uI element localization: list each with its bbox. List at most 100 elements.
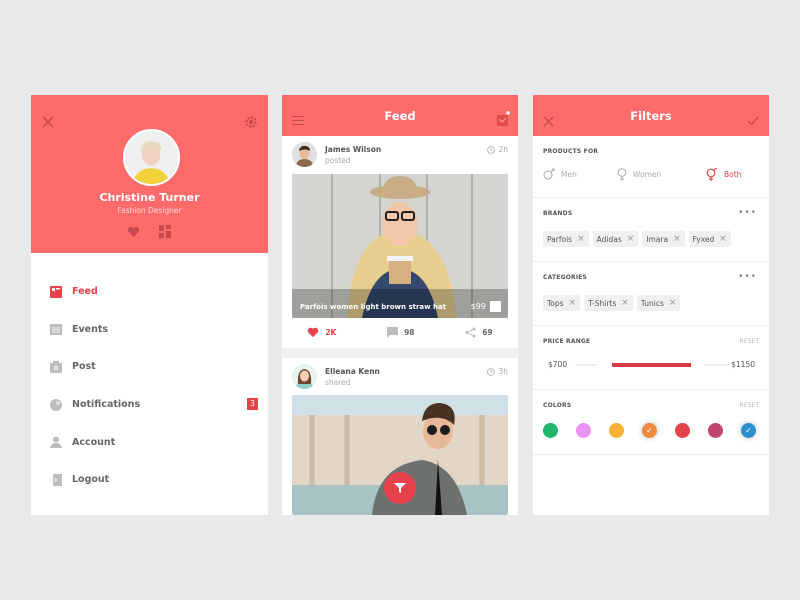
shopping-bag-icon[interactable] [490, 301, 501, 312]
remove-icon[interactable]: × [719, 234, 727, 244]
color-swatch[interactable] [543, 423, 558, 438]
option-label: Both [724, 170, 742, 179]
post-image[interactable]: Parfois women light brown straw hat $99 [292, 174, 508, 318]
time-text: 3h [498, 367, 508, 376]
post-action: posted [325, 156, 351, 165]
menu-item-events[interactable]: Events [31, 311, 268, 349]
remove-icon[interactable]: × [627, 234, 635, 244]
author-avatar[interactable] [292, 142, 317, 167]
section-title: PRICE RANGE [543, 338, 591, 345]
feed-screen: Feed James Wilson posted 2h Parfois wome… [282, 95, 518, 515]
option-label: Men [561, 169, 577, 179]
colors-section: COLORS RESET ✓ ✓ [533, 390, 769, 455]
remove-icon[interactable]: × [569, 298, 577, 308]
category-chips: Tops × T-Shirts × Tunics × [543, 295, 681, 311]
like-button[interactable]: 2K [307, 327, 336, 338]
user-icon [50, 436, 62, 449]
section-title: PRODUCTS FOR [543, 148, 599, 155]
more-icon[interactable]: ••• [738, 272, 757, 282]
menu-item-account[interactable]: Account [31, 423, 268, 461]
post-author[interactable]: James Wilson [325, 145, 381, 154]
post-author[interactable]: Elleana Kenn [325, 367, 380, 376]
color-swatch[interactable] [576, 423, 591, 438]
cart-icon[interactable] [496, 111, 510, 127]
slider-track-left [575, 364, 597, 366]
heart-icon[interactable] [127, 226, 140, 238]
share-button[interactable]: 69 [465, 327, 493, 338]
remove-icon[interactable]: × [621, 298, 629, 308]
page-title: Filters [630, 109, 672, 123]
logout-icon [50, 473, 62, 486]
color-swatch[interactable] [675, 423, 690, 438]
remove-icon[interactable]: × [577, 234, 585, 244]
slider-track-right [705, 364, 727, 366]
price-range-section: PRICE RANGE RESET $700 $1150 [533, 326, 769, 390]
remove-icon[interactable]: × [673, 234, 681, 244]
brand-chip[interactable]: Adidas × [592, 231, 639, 247]
brand-chip[interactable]: Parfois × [543, 231, 589, 247]
price-max: $1150 [731, 360, 755, 369]
comment-button[interactable]: 98 [387, 326, 415, 338]
menu-item-logout[interactable]: Logout [31, 461, 268, 499]
filter-icon [394, 483, 406, 493]
menu-label: Events [72, 323, 109, 335]
menu-item-feed[interactable]: Feed [31, 273, 268, 311]
filter-fab[interactable] [384, 472, 416, 504]
brand-chip[interactable]: Fyxed × [688, 231, 731, 247]
profile-menu-screen: Christine Turner Fashion Designer Feed E… [31, 95, 268, 515]
female-icon [617, 168, 627, 181]
comment-icon [387, 326, 399, 338]
profile-header: Christine Turner Fashion Designer [31, 95, 268, 253]
reset-button[interactable]: RESET [740, 338, 759, 345]
brand-chips: Parfois × Adidas × Imara × Fyxed × [543, 231, 731, 247]
shares-count: 69 [482, 327, 493, 337]
post-time: 2h [487, 145, 508, 154]
gear-icon[interactable] [244, 115, 258, 129]
gallery-icon[interactable] [159, 225, 171, 238]
page-title: Feed [384, 109, 416, 123]
menu-label: Logout [72, 474, 110, 486]
gender-option-both[interactable]: Both [706, 168, 741, 181]
brand-chip[interactable]: Imara × [642, 231, 685, 247]
section-title: COLORS [543, 402, 572, 409]
category-chip[interactable]: T-Shirts × [584, 295, 633, 311]
profile-name: Christine Turner [99, 191, 200, 204]
menu-item-post[interactable]: Post [31, 348, 268, 386]
menu-item-notifications[interactable]: Notifications 3 [31, 386, 268, 424]
author-avatar[interactable] [292, 364, 317, 389]
category-chip[interactable]: Tunics × [636, 295, 681, 311]
chip-label: Fyxed [692, 234, 715, 244]
heart-icon [308, 327, 319, 337]
calendar-icon [50, 324, 62, 336]
post-caption: Parfois women light brown straw hat [300, 303, 447, 311]
gender-option-men[interactable]: Men [543, 168, 577, 180]
close-icon[interactable] [41, 115, 55, 129]
post-header: Elleana Kenn shared 3h [282, 358, 518, 396]
check-icon[interactable] [747, 116, 759, 126]
color-swatch[interactable] [609, 423, 624, 438]
notification-icon [50, 398, 62, 411]
clock-icon [487, 367, 496, 376]
feed-topbar: Feed [282, 95, 518, 136]
price-min: $700 [548, 360, 568, 369]
chip-label: Parfois [547, 234, 573, 244]
menu-label: Post [72, 361, 96, 373]
color-swatches: ✓ ✓ [543, 423, 756, 438]
menu-label: Account [72, 436, 116, 448]
male-icon [543, 168, 555, 180]
time-text: 2h [498, 145, 508, 154]
menu-label: Notifications [72, 399, 141, 411]
gender-option-women[interactable]: Women [617, 168, 661, 181]
check-icon: ✓ [745, 426, 752, 435]
remove-icon[interactable]: × [669, 298, 677, 308]
more-icon[interactable]: ••• [738, 208, 757, 218]
color-swatch[interactable]: ✓ [741, 423, 756, 438]
color-swatch[interactable]: ✓ [642, 423, 657, 438]
post-separator [282, 348, 518, 358]
category-chip[interactable]: Tops × [543, 295, 581, 311]
post-time: 3h [487, 367, 508, 376]
color-swatch[interactable] [708, 423, 723, 438]
slider-range[interactable] [612, 363, 691, 367]
post-stats: 2K 98 69 [282, 318, 518, 346]
reset-button[interactable]: RESET [740, 402, 759, 409]
